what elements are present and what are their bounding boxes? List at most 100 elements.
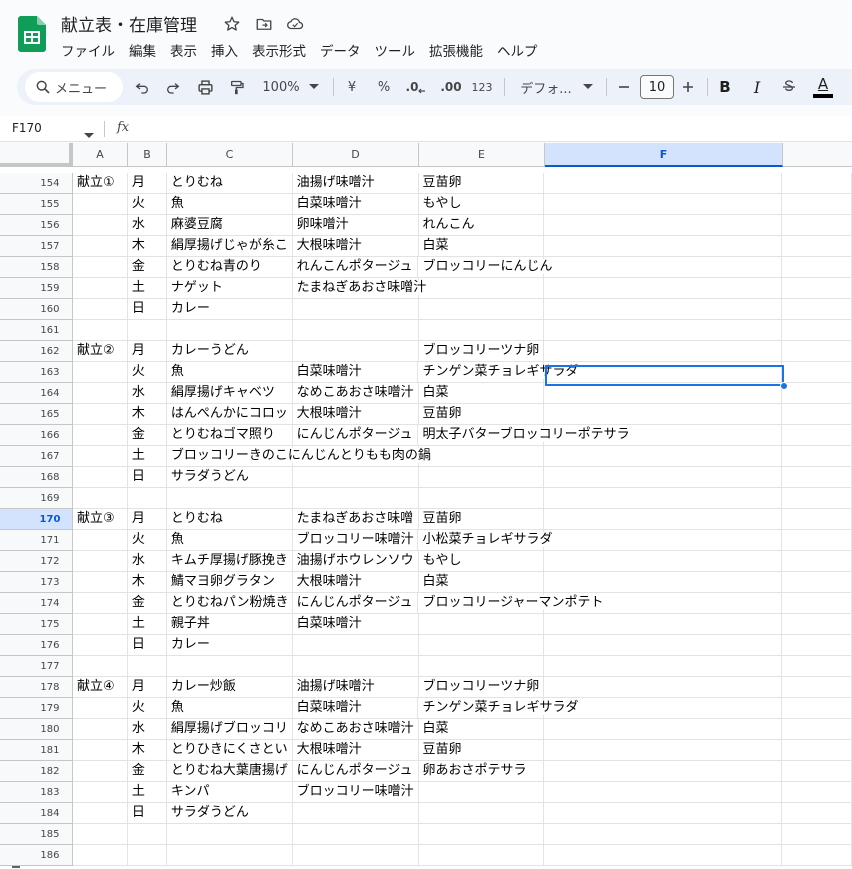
- cell-e168[interactable]: [418, 467, 545, 488]
- cell-extra[interactable]: [782, 194, 852, 215]
- cell-d176[interactable]: [292, 635, 419, 656]
- cell-b181[interactable]: 木: [127, 740, 167, 761]
- cell-f184[interactable]: [544, 803, 783, 824]
- cell-e177[interactable]: [418, 656, 545, 677]
- cell-a174[interactable]: [72, 593, 128, 614]
- cell-extra[interactable]: [782, 719, 852, 740]
- cell-b156[interactable]: 水: [127, 215, 167, 236]
- cell-b172[interactable]: 水: [127, 551, 167, 572]
- row-header[interactable]: 178: [0, 677, 73, 698]
- row-header[interactable]: 170: [0, 509, 73, 530]
- menu-tools[interactable]: ツール: [368, 38, 423, 60]
- cell-b184[interactable]: 日: [127, 803, 167, 824]
- cell-c165[interactable]: はんぺんかにコロッ: [166, 404, 293, 425]
- cell-f167[interactable]: [544, 446, 783, 467]
- cell-f185[interactable]: [544, 824, 783, 845]
- cell-extra[interactable]: [782, 824, 852, 845]
- cell-c180[interactable]: 絹厚揚げブロッコリ: [166, 719, 293, 740]
- cell-b186[interactable]: [127, 845, 167, 866]
- cell-d179[interactable]: 白菜味噌汁: [292, 698, 419, 719]
- cell-b169[interactable]: [127, 488, 167, 509]
- cell-a160[interactable]: [72, 299, 128, 320]
- cell-e174[interactable]: ブロッコリージャーマンポテト: [418, 593, 604, 614]
- cell-extra[interactable]: [782, 404, 852, 425]
- cell-f171[interactable]: [544, 530, 783, 551]
- row-header[interactable]: 173: [0, 572, 73, 593]
- cell-e171[interactable]: 小松菜チョレギサラダ: [418, 530, 553, 551]
- cell-e173[interactable]: 白菜: [418, 572, 545, 593]
- strikethrough-icon[interactable]: [779, 69, 799, 105]
- cell-f170[interactable]: [544, 509, 783, 530]
- cell-b163[interactable]: 火: [127, 362, 167, 383]
- cell-f160[interactable]: [544, 299, 783, 320]
- column-header-c[interactable]: C: [167, 143, 293, 167]
- zoom-dropdown-icon[interactable]: [308, 69, 320, 105]
- cell-d182[interactable]: にんじんポタージュ: [292, 761, 419, 782]
- cell-extra[interactable]: [782, 677, 852, 698]
- cell-e164[interactable]: 白菜: [418, 383, 545, 404]
- cell-c185[interactable]: [166, 824, 293, 845]
- row-header[interactable]: 167: [0, 446, 73, 467]
- column-header-d[interactable]: D: [293, 143, 419, 167]
- cell-e182[interactable]: 卵あおさポテサラ: [418, 761, 545, 782]
- cell-d186[interactable]: [292, 845, 419, 866]
- row-header[interactable]: 161: [0, 320, 73, 341]
- cell-d173[interactable]: 大根味噌汁: [292, 572, 419, 593]
- cell-b182[interactable]: 金: [127, 761, 167, 782]
- cell-f172[interactable]: [544, 551, 783, 572]
- menu-data[interactable]: データ: [313, 38, 368, 60]
- cell-d165[interactable]: 大根味噌汁: [292, 404, 419, 425]
- cell-c156[interactable]: 麻婆豆腐: [166, 215, 293, 236]
- row-header[interactable]: 174: [0, 593, 73, 614]
- cell-f157[interactable]: [544, 236, 783, 257]
- row-header[interactable]: 175: [0, 614, 73, 635]
- row-header[interactable]: 158: [0, 257, 73, 278]
- cell-e185[interactable]: [418, 824, 545, 845]
- row-header[interactable]: 155: [0, 194, 73, 215]
- row-header[interactable]: 169: [0, 488, 73, 509]
- cell-c175[interactable]: 親子丼: [166, 614, 293, 635]
- cell-b158[interactable]: 金: [127, 257, 167, 278]
- cell-b168[interactable]: 日: [127, 467, 167, 488]
- row-header[interactable]: 177: [0, 656, 73, 677]
- cell-b159[interactable]: 土: [127, 278, 167, 299]
- cell-e157[interactable]: 白菜: [418, 236, 545, 257]
- increase-decimal-button[interactable]: .00: [437, 69, 465, 105]
- cell-e160[interactable]: [418, 299, 545, 320]
- redo-icon[interactable]: [162, 69, 184, 105]
- cell-extra[interactable]: [782, 488, 852, 509]
- select-all-corner[interactable]: [0, 143, 73, 167]
- cell-b171[interactable]: 火: [127, 530, 167, 551]
- cell-f165[interactable]: [544, 404, 783, 425]
- cell-c159[interactable]: ナゲット: [166, 278, 293, 299]
- cloud-saved-icon[interactable]: [285, 14, 305, 34]
- decrease-decimal-button[interactable]: .0: [404, 69, 428, 105]
- cell-extra[interactable]: [782, 236, 852, 257]
- cell-a171[interactable]: [72, 530, 128, 551]
- cell-extra[interactable]: [782, 509, 852, 530]
- name-box-dropdown-icon[interactable]: [84, 124, 94, 143]
- row-header[interactable]: 157: [0, 236, 73, 257]
- cell-a169[interactable]: [72, 488, 128, 509]
- row-header[interactable]: 183: [0, 782, 73, 803]
- cell-d171[interactable]: ブロッコリー味噌汁: [292, 530, 419, 551]
- row-header[interactable]: 184: [0, 803, 73, 824]
- cell-f159[interactable]: [544, 278, 783, 299]
- cell-d160[interactable]: [292, 299, 419, 320]
- cell-c157[interactable]: 絹厚揚げじゃが糸こ: [166, 236, 293, 257]
- cell-c162[interactable]: カレーうどん: [166, 341, 293, 362]
- cell-c178[interactable]: カレー炒飯: [166, 677, 293, 698]
- cell-a166[interactable]: [72, 425, 128, 446]
- menu-help[interactable]: ヘルプ: [490, 38, 545, 60]
- font-family-select[interactable]: デフォ...: [517, 69, 575, 105]
- cell-a161[interactable]: [72, 320, 128, 341]
- currency-format-button[interactable]: ¥: [342, 69, 362, 105]
- cell-extra[interactable]: [782, 362, 852, 383]
- cell-extra[interactable]: [782, 257, 852, 278]
- cell-f180[interactable]: [544, 719, 783, 740]
- number-format-button[interactable]: 123: [470, 69, 494, 105]
- cell-f155[interactable]: [544, 194, 783, 215]
- cell-a186[interactable]: [72, 845, 128, 866]
- cell-extra[interactable]: [782, 299, 852, 320]
- cell-extra[interactable]: [782, 530, 852, 551]
